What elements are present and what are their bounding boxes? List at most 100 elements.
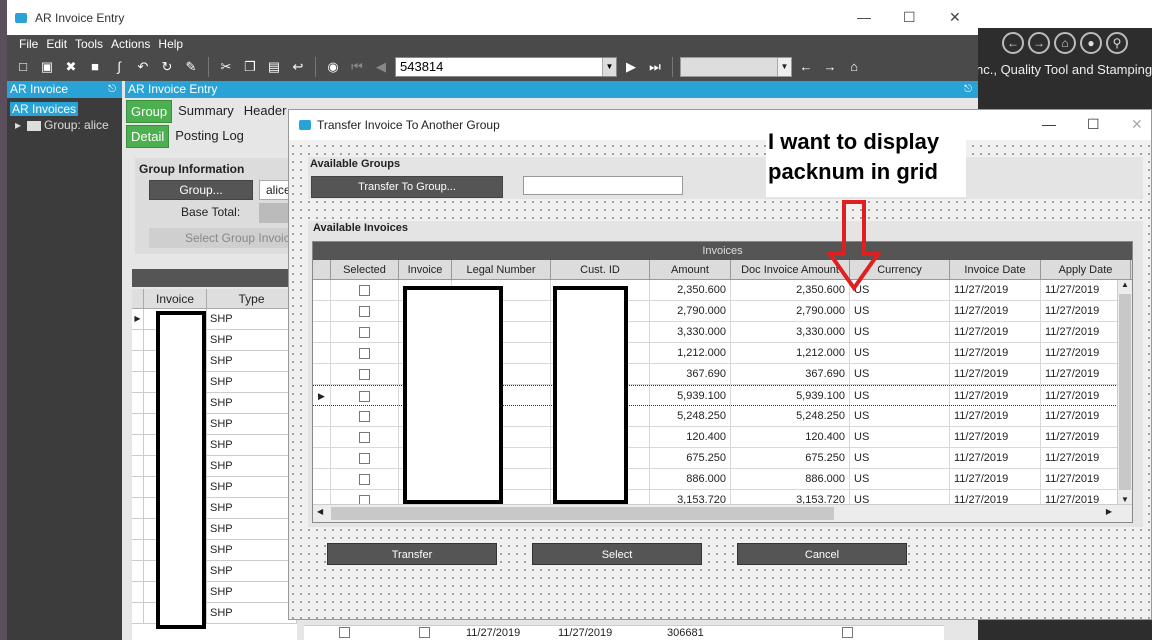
back-icon[interactable]: ←	[796, 57, 816, 77]
close-icon[interactable]: ✕	[949, 9, 961, 26]
new-icon[interactable]: □	[13, 57, 33, 77]
clear-form-icon[interactable]: ✎	[181, 57, 201, 77]
attachment-icon[interactable]: ∫	[109, 57, 129, 77]
save-icon[interactable]: ▣	[37, 57, 57, 77]
row-indicator	[313, 301, 331, 321]
clear-icon[interactable]: ✖	[61, 57, 81, 77]
tab-summary[interactable]: Summary	[174, 100, 238, 123]
previous-record-icon[interactable]: ◀	[371, 57, 391, 77]
transfer-button[interactable]: Transfer	[327, 543, 497, 565]
tree-item-ar-invoices[interactable]: AR Invoices	[10, 102, 79, 116]
column-invoice[interactable]: Invoice	[399, 260, 452, 279]
selected-checkbox[interactable]	[359, 326, 370, 338]
pin-icon[interactable]: ⎋	[964, 81, 972, 98]
minimize-icon[interactable]: —	[1042, 116, 1056, 132]
vertical-scrollbar[interactable]: ▲ ▼	[1117, 280, 1132, 504]
menu-edit[interactable]: Edit	[46, 37, 67, 51]
invoice-date-cell: 11/27/2019	[950, 364, 1041, 384]
next-record-icon[interactable]: ▶	[621, 57, 641, 77]
horizontal-scrollbar[interactable]: ◀ ▶	[313, 504, 1132, 522]
scroll-up-icon[interactable]: ▲	[1118, 280, 1132, 289]
selected-checkbox[interactable]	[359, 347, 370, 359]
cut-icon[interactable]: ✂	[216, 57, 236, 77]
desktop-edge	[0, 0, 7, 640]
expand-icon[interactable]: ▸	[15, 118, 21, 132]
selected-checkbox[interactable]	[359, 410, 370, 422]
row-indicator	[132, 582, 144, 602]
selected-checkbox[interactable]	[359, 305, 370, 317]
tab-group[interactable]: Group	[126, 100, 173, 123]
column-selected[interactable]: Selected	[331, 260, 399, 279]
home-icon[interactable]: ⌂	[844, 57, 864, 77]
checkbox[interactable]	[842, 627, 853, 638]
cancel-button[interactable]: Cancel	[737, 543, 907, 565]
toolbar-combo[interactable]: ▼	[680, 57, 792, 77]
amount-cell: 2,350.600	[650, 280, 731, 300]
forward-icon[interactable]: →	[1028, 32, 1050, 54]
delete-icon[interactable]: ■	[85, 57, 105, 77]
menu-actions[interactable]: Actions	[111, 37, 150, 51]
bottom-row-number: 306681	[667, 627, 704, 639]
close-icon[interactable]: ✕	[1131, 116, 1143, 133]
type-cell: SHP	[207, 561, 297, 581]
paste-icon[interactable]: ▤	[264, 57, 284, 77]
column-amount[interactable]: Amount	[650, 260, 731, 279]
minimize-icon[interactable]: —	[857, 9, 871, 25]
transfer-invoice-dialog: Transfer Invoice To Another Group — ☐ ✕ …	[288, 109, 1152, 620]
checkbox[interactable]	[419, 627, 430, 638]
selected-checkbox[interactable]	[359, 368, 370, 380]
menu-help[interactable]: Help	[158, 37, 183, 51]
tree-item-group[interactable]: ▸ Group: alice	[7, 118, 122, 132]
group-input[interactable]	[523, 176, 683, 195]
copy-icon[interactable]: ❐	[240, 57, 260, 77]
selected-checkbox[interactable]	[359, 452, 370, 464]
first-record-icon[interactable]: ⏮	[347, 57, 367, 77]
chevron-down-icon[interactable]: ▼	[777, 58, 791, 76]
transfer-to-group-button[interactable]: Transfer To Group...	[311, 176, 503, 198]
annotation-line-1: I want to display	[768, 129, 940, 154]
column-legal-number[interactable]: Legal Number	[452, 260, 551, 279]
record-navigation-input[interactable]: 543814 ▼	[395, 57, 617, 77]
back-icon[interactable]: ←	[1002, 32, 1024, 54]
pin-icon[interactable]: ⎋	[108, 81, 116, 98]
chevron-down-icon[interactable]: ▼	[602, 58, 616, 76]
group-button[interactable]: Group...	[149, 180, 253, 200]
scroll-thumb[interactable]	[331, 507, 834, 520]
checkbox[interactable]	[339, 627, 350, 638]
available-groups-section: Available Groups Transfer To Group...	[308, 157, 1143, 199]
tab-header[interactable]: Header	[239, 100, 291, 123]
doc-invoice-amount-cell: 2,790.000	[731, 301, 850, 321]
last-record-icon[interactable]: ⏭	[645, 57, 665, 77]
selected-checkbox[interactable]	[359, 473, 370, 485]
menu-tools[interactable]: Tools	[75, 37, 103, 51]
binoculars-icon[interactable]: ◉	[323, 57, 343, 77]
maximize-icon[interactable]: ☐	[903, 9, 916, 26]
selected-checkbox[interactable]	[359, 284, 370, 296]
menu-bar: File Edit Tools Actions Help	[7, 35, 978, 53]
tab-posting-log[interactable]: Posting Log	[171, 125, 248, 148]
scroll-thumb[interactable]	[1119, 294, 1131, 490]
chat-icon[interactable]: ●	[1080, 32, 1102, 54]
maximize-icon[interactable]: ☐	[1087, 116, 1100, 133]
undo-icon[interactable]: ↩	[288, 57, 308, 77]
column-cust-id[interactable]: Cust. ID	[551, 260, 650, 279]
selected-checkbox[interactable]	[359, 431, 370, 443]
row-indicator	[313, 364, 331, 384]
scroll-left-icon[interactable]: ◀	[317, 507, 323, 516]
search-icon[interactable]: ⚲	[1106, 32, 1128, 54]
select-button[interactable]: Select	[532, 543, 702, 565]
menu-file[interactable]: File	[19, 37, 38, 51]
invoices-grid-header: Selected Invoice Legal Number Cust. ID A…	[313, 260, 1132, 280]
column-apply-date[interactable]: Apply Date	[1041, 260, 1131, 279]
column-type[interactable]: Type	[207, 289, 297, 308]
tab-detail[interactable]: Detail	[126, 125, 170, 148]
undo-change-icon[interactable]: ↶	[133, 57, 153, 77]
forward-icon[interactable]: →	[820, 57, 840, 77]
refresh-icon[interactable]: ↻	[157, 57, 177, 77]
column-invoice-date[interactable]: Invoice Date	[950, 260, 1041, 279]
scroll-right-icon[interactable]: ▶	[1106, 507, 1112, 516]
selected-checkbox[interactable]	[359, 390, 370, 402]
scroll-down-icon[interactable]: ▼	[1118, 495, 1132, 504]
column-invoice[interactable]: Invoice	[144, 289, 207, 308]
home-icon[interactable]: ⌂	[1054, 32, 1076, 54]
